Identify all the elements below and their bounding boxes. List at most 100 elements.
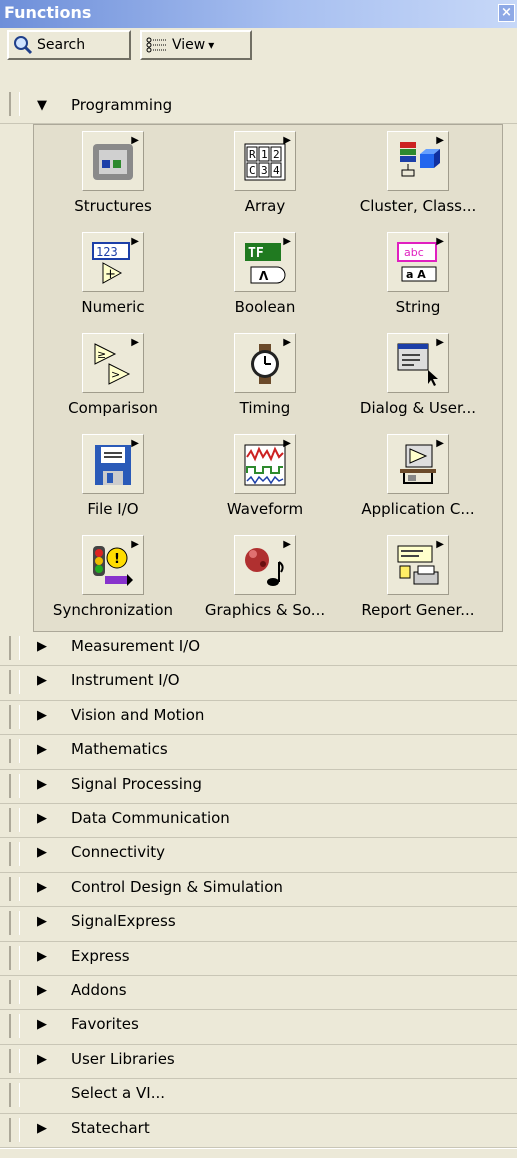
drag-grip[interactable] xyxy=(9,945,20,970)
view-button[interactable]: View ▾ xyxy=(140,30,252,60)
palette-item-label: Application C... xyxy=(361,500,475,518)
svg-text:Λ: Λ xyxy=(259,269,269,283)
palette-item-structures[interactable]: ▶ Structures xyxy=(38,127,188,224)
category-data-communication[interactable]: ▶ Data Communication xyxy=(0,804,517,839)
category-signalexpress[interactable]: ▶ SignalExpress xyxy=(0,907,517,942)
palette-item-waveform[interactable]: ▶ Waveform xyxy=(190,430,340,527)
palette-item-button[interactable]: TF Λ ▶ xyxy=(234,232,296,292)
svg-text:1: 1 xyxy=(261,148,268,161)
svg-text:abc: abc xyxy=(404,246,424,259)
palette-item-button[interactable]: ▶ xyxy=(234,535,296,595)
category-user-libraries[interactable]: ▶ User Libraries xyxy=(0,1044,517,1080)
category-connectivity[interactable]: ▶ Connectivity xyxy=(0,838,517,873)
submenu-arrow-icon: ▶ xyxy=(283,438,291,449)
collapsed-arrow-icon: ▶ xyxy=(37,948,47,964)
palette-item-button[interactable]: ▶ xyxy=(234,333,296,393)
palette-item-boolean[interactable]: TF Λ ▶ Boolean xyxy=(190,228,340,325)
category-label: Measurement I/O xyxy=(71,637,201,655)
category-vision-and-motion[interactable]: ▶ Vision and Motion xyxy=(0,700,517,736)
drag-grip[interactable] xyxy=(9,773,20,798)
drag-grip[interactable] xyxy=(9,1048,20,1073)
svg-text:R: R xyxy=(249,148,256,161)
drag-grip[interactable] xyxy=(9,670,20,695)
drag-grip[interactable] xyxy=(9,808,20,832)
drag-grip[interactable] xyxy=(9,980,20,1004)
palette-item-button[interactable]: ▶ xyxy=(234,434,296,494)
palette-item-button[interactable]: ▶ xyxy=(387,535,449,595)
palette-item-application-control[interactable]: ▶ Application C... xyxy=(343,430,493,527)
category-label: User Libraries xyxy=(71,1049,175,1068)
category-label: Instrument I/O xyxy=(71,671,180,690)
palette-item-button[interactable]: ▶ xyxy=(82,131,144,191)
category-express[interactable]: ▶ Express xyxy=(0,941,517,976)
category-label: Connectivity xyxy=(71,843,165,862)
palette-item-label: Timing xyxy=(239,399,291,417)
palette-item-string[interactable]: abc a A ▶ String xyxy=(343,228,493,325)
svg-text:C: C xyxy=(249,164,256,177)
category-statechart[interactable]: ▶ Statechart xyxy=(0,1113,517,1148)
palette-item-file-io[interactable]: ▶ File I/O xyxy=(38,430,188,527)
palette-item-numeric[interactable]: 123 + ▶ Numeric xyxy=(38,228,188,325)
palette-item-synchronization[interactable]: ! ▶ Synchronization xyxy=(38,531,188,628)
palette-item-button[interactable]: ▶ xyxy=(387,434,449,494)
palette-item-array[interactable]: R 1 2 C 3 4 ▶ Array xyxy=(190,127,340,224)
collapsed-arrow-icon: ▶ xyxy=(37,811,47,826)
drag-grip[interactable] xyxy=(9,739,20,764)
palette-item-label: String xyxy=(395,298,441,316)
category-label: Express xyxy=(71,946,130,965)
drag-grip[interactable] xyxy=(9,876,20,901)
palette-item-button[interactable]: ≥ > ▶ xyxy=(82,333,144,393)
palette-item-report-generation[interactable]: ▶ Report Gener... xyxy=(343,531,493,628)
category-select-a-vi[interactable]: Select a VI... xyxy=(0,1079,517,1114)
drag-grip[interactable] xyxy=(9,92,20,116)
collapsed-arrow-icon: ▶ xyxy=(37,1017,47,1033)
palette-item-cluster-class[interactable]: ▶ Cluster, Class... xyxy=(343,127,493,224)
category-favorites[interactable]: ▶ Favorites xyxy=(0,1010,517,1045)
collapsed-arrow-icon: ▶ xyxy=(37,707,47,723)
palette-item-button[interactable]: 123 + ▶ xyxy=(82,232,144,292)
title-bar[interactable]: Functions × xyxy=(0,0,517,28)
collapsed-arrow-icon: ▶ xyxy=(37,983,47,998)
category-label: Addons xyxy=(71,981,127,999)
search-button[interactable]: Search xyxy=(7,30,131,60)
palette-item-button[interactable]: ▶ xyxy=(82,434,144,494)
window-title: Functions xyxy=(4,3,92,22)
submenu-arrow-icon: ▶ xyxy=(283,337,291,348)
category-mathematics[interactable]: ▶ Mathematics xyxy=(0,735,517,770)
drag-grip[interactable] xyxy=(9,704,20,729)
drag-grip[interactable] xyxy=(9,911,20,936)
collapsed-arrow-icon: ▶ xyxy=(37,673,47,689)
drag-grip[interactable] xyxy=(9,636,20,660)
drag-grip[interactable] xyxy=(9,1117,20,1142)
drag-grip[interactable] xyxy=(9,842,20,867)
submenu-arrow-icon: ▶ xyxy=(283,539,291,550)
palette-item-graphics-sound[interactable]: ▶ Graphics & So... xyxy=(190,531,340,628)
category-label: Control Design & Simulation xyxy=(71,877,283,896)
search-label: Search xyxy=(37,37,86,53)
collapsed-arrow-icon: ▶ xyxy=(37,639,47,654)
expanded-arrow-icon: ▼ xyxy=(37,98,47,113)
submenu-arrow-icon: ▶ xyxy=(131,135,139,146)
category-measurement-i-o[interactable]: ▶ Measurement I/O xyxy=(0,632,517,667)
svg-text:TF: TF xyxy=(248,246,264,261)
palette-item-comparison[interactable]: ≥ > ▶ Comparison xyxy=(38,329,188,426)
drag-grip[interactable] xyxy=(9,1014,20,1039)
palette-item-button[interactable]: ▶ xyxy=(387,333,449,393)
submenu-arrow-icon: ▶ xyxy=(436,236,444,247)
palette-item-label: Array xyxy=(244,197,286,215)
palette-item-button[interactable]: abc a A ▶ xyxy=(387,232,449,292)
close-button[interactable]: × xyxy=(498,4,515,22)
palette-item-timing[interactable]: ▶ Timing xyxy=(190,329,340,426)
palette-item-dialog-user[interactable]: ▶ Dialog & User... xyxy=(343,329,493,426)
palette-item-button[interactable]: ▶ xyxy=(387,131,449,191)
category-instrument-i-o[interactable]: ▶ Instrument I/O xyxy=(0,666,517,701)
palette-item-button[interactable]: ! ▶ xyxy=(82,535,144,595)
category-signal-processing[interactable]: ▶ Signal Processing xyxy=(0,769,517,804)
palette-item-button[interactable]: R 1 2 C 3 4 ▶ xyxy=(234,131,296,191)
category-control-design-simulation[interactable]: ▶ Control Design & Simulation xyxy=(0,872,517,908)
category-addons[interactable]: ▶ Addons xyxy=(0,976,517,1011)
category-label: Data Communication xyxy=(71,809,230,827)
category-programming[interactable]: ▼ Programming xyxy=(0,88,517,124)
drag-grip[interactable] xyxy=(9,1083,20,1108)
toolbar: Search View ▾ xyxy=(0,28,517,88)
